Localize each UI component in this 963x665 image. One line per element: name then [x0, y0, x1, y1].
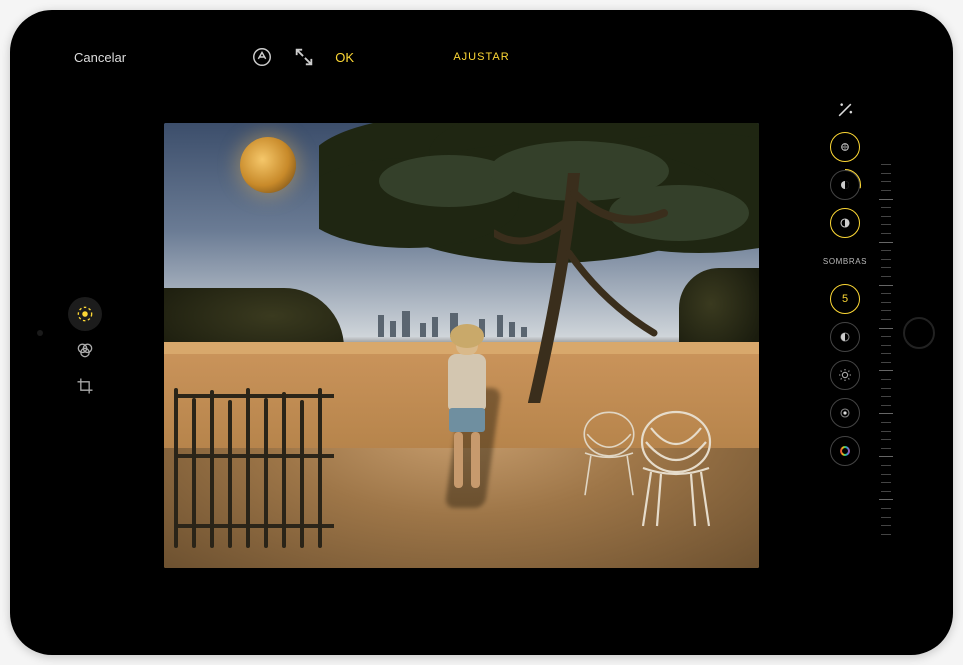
- current-adjustment-label-row: SOMBRAS: [823, 246, 867, 276]
- brilliance-button[interactable]: [830, 170, 860, 200]
- done-button[interactable]: OK: [335, 50, 354, 65]
- adjustment-slider[interactable]: [873, 74, 899, 625]
- shadows-button[interactable]: 5: [830, 284, 860, 314]
- photo-canvas-area: [106, 74, 817, 625]
- mode-toolbar: [64, 74, 106, 625]
- fullscreen-icon[interactable]: [293, 46, 315, 68]
- mode-title: AJUSTAR: [453, 51, 509, 63]
- front-camera-icon: [37, 330, 43, 336]
- cancel-button[interactable]: Cancelar: [74, 50, 126, 65]
- adjustment-value: 5: [842, 293, 848, 305]
- topbar: Cancelar AJUSTAR OK: [64, 40, 899, 74]
- tree-trunk-icon: [494, 173, 674, 403]
- adjustment-toolbar: SOMBRAS 5: [817, 74, 873, 625]
- ipad-frame: Cancelar AJUSTAR OK: [10, 10, 953, 655]
- crop-mode-button[interactable]: [68, 369, 102, 403]
- main-area: SOMBRAS 5: [64, 74, 899, 625]
- photos-edit-screen: Cancelar AJUSTAR OK: [64, 40, 899, 625]
- pendant-lamp-icon: [240, 137, 296, 193]
- patio-chair-icon: [569, 408, 649, 498]
- adjust-mode-button[interactable]: [68, 297, 102, 331]
- markup-icon[interactable]: [251, 46, 273, 68]
- saturation-button[interactable]: [830, 436, 860, 466]
- adjustment-label: SOMBRAS: [823, 257, 867, 266]
- exposure-button[interactable]: [830, 132, 860, 162]
- brightness-button[interactable]: [830, 360, 860, 390]
- photo-preview[interactable]: [164, 123, 759, 568]
- auto-enhance-button[interactable]: [830, 96, 860, 124]
- contrast-button[interactable]: [830, 322, 860, 352]
- filters-mode-button[interactable]: [68, 333, 102, 367]
- highlights-button[interactable]: [830, 208, 860, 238]
- home-button[interactable]: [903, 317, 935, 349]
- black-point-button[interactable]: [830, 398, 860, 428]
